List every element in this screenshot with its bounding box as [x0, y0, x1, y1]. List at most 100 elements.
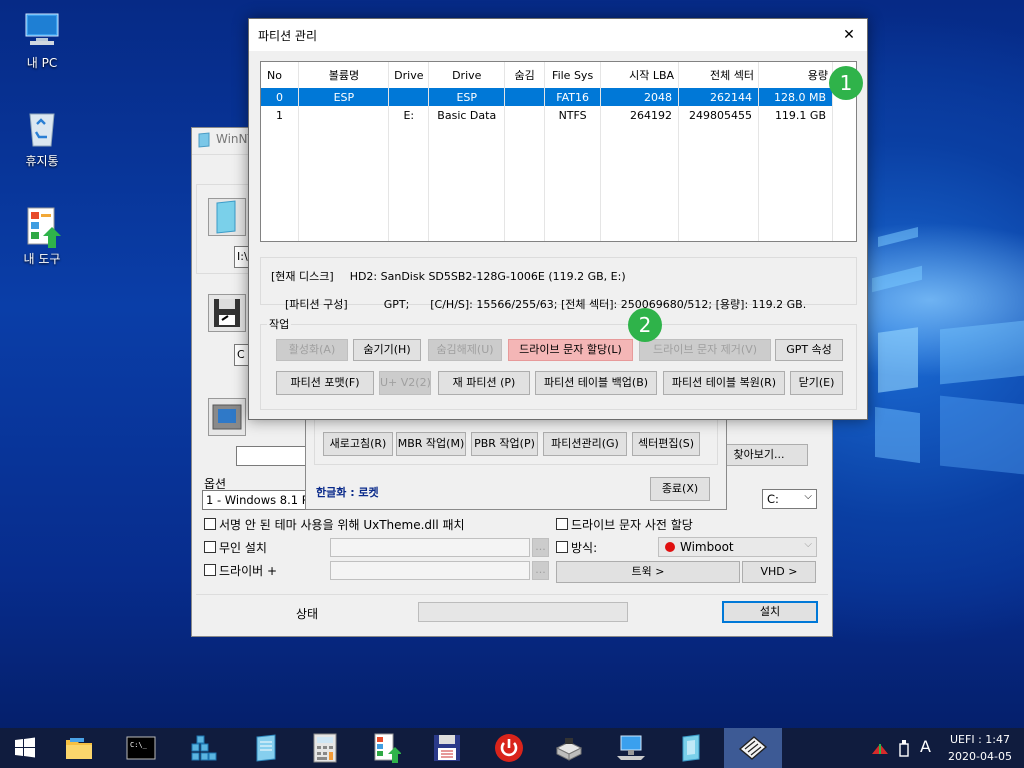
tweak-button[interactable]: 트윅 > — [556, 561, 740, 583]
col-volume[interactable]: 볼륨명 — [298, 62, 390, 88]
col-hidden[interactable]: 숨김 — [504, 62, 546, 88]
table-header: No 볼륨명 Drive Drive 숨김 File Sys 시작 LBA 전체… — [261, 62, 833, 88]
refresh-button[interactable]: 새로고침(R) — [323, 432, 393, 456]
cell: 262144 — [678, 88, 759, 106]
partition-manager-button[interactable]: 파티션관리(G) — [543, 432, 627, 456]
floppy-save-icon[interactable] — [424, 732, 470, 764]
dialog-title: 파티션 관리 — [258, 29, 318, 43]
gpt-attributes-button[interactable]: GPT 속성 — [775, 339, 843, 361]
vhd-button[interactable]: VHD > — [742, 561, 816, 583]
installer-icon[interactable] — [546, 732, 592, 764]
uplus-v2-button[interactable]: U+ V2(2) — [379, 371, 431, 395]
current-disk-value: HD2: SanDisk SD5SB2-128G-1006E (119.2 GB… — [349, 270, 626, 283]
cell: 1 — [261, 106, 300, 124]
clock-date: 2020-04-05 — [948, 750, 1012, 763]
setup-icon[interactable] — [668, 732, 714, 764]
chevron-down-icon: ⌵ — [804, 539, 812, 550]
annotation-badge-1: 1 — [829, 66, 863, 100]
unattended-checkbox[interactable]: 무인 설치 — [204, 539, 267, 556]
cell — [504, 88, 546, 106]
format-partition-button[interactable]: 파티션 포맷(F) — [276, 371, 374, 395]
col-drive-letter[interactable]: Drive — [388, 62, 430, 88]
cell: E: — [388, 106, 430, 124]
cell: 128.0 MB — [758, 88, 833, 106]
activate-button[interactable]: 활성화(A) — [276, 339, 348, 361]
tray-network-icon[interactable] — [871, 740, 889, 756]
col-no[interactable]: No — [261, 62, 300, 88]
unattended-browse-button[interactable]: ... — [532, 538, 549, 557]
hide-button[interactable]: 숨기기(H) — [353, 339, 421, 361]
setup-window-icon — [198, 132, 212, 148]
tray-usb-icon[interactable] — [897, 738, 911, 758]
col-total-sectors[interactable]: 전체 섹터 — [678, 62, 759, 88]
table-row[interactable]: 1 E: Basic Data NTFS 264192 249805455 11… — [261, 106, 833, 124]
cell: 264192 — [600, 106, 680, 124]
current-disk-label: [현재 디스크] — [271, 270, 334, 283]
restore-partition-table-button[interactable]: 파티션 테이블 복원(R) — [663, 371, 785, 395]
driver-checkbox[interactable]: 드라이버 + — [204, 562, 277, 579]
cell: 249805455 — [678, 106, 759, 124]
backup-partition-table-button[interactable]: 파티션 테이블 백업(B) — [535, 371, 657, 395]
col-drive-type[interactable]: Drive — [428, 62, 506, 88]
status-label: 상태 — [296, 607, 319, 621]
exit-button[interactable]: 종료(X) — [650, 477, 710, 501]
install-path-field[interactable] — [236, 446, 310, 466]
notepad-icon[interactable] — [242, 732, 288, 764]
floppy-icon — [208, 294, 246, 332]
unhide-button[interactable]: 숨김해제(U) — [428, 339, 502, 361]
assign-drive-letter-button[interactable]: 드라이브 문자 할당(L) — [508, 339, 633, 361]
method-value: Wimboot — [680, 540, 734, 554]
partition-tool-icon[interactable] — [724, 728, 782, 768]
unattended-label: 무인 설치 — [219, 541, 267, 555]
drive-letter-checkbox[interactable]: 드라이브 문자 사전 할당 — [556, 516, 693, 533]
pbr-button[interactable]: PBR 작업(P) — [471, 432, 538, 456]
recycle-bin-icon — [22, 108, 62, 148]
taskbar: C:\_ A UEFI : 1:47 2020-04-05 — [0, 728, 1024, 768]
power-icon[interactable] — [486, 732, 532, 764]
computer-icon — [22, 10, 62, 50]
install-button[interactable]: 설치 — [722, 601, 818, 623]
install-drive-icon — [208, 398, 246, 436]
edition-select[interactable]: 1 - Windows 8.1 P — [202, 490, 310, 510]
clock[interactable]: UEFI : 1:47 2020-04-05 — [940, 731, 1020, 765]
desktop-icon-recycle-bin[interactable]: 휴지통 — [6, 108, 78, 169]
uxtheme-checkbox[interactable]: 서명 안 된 테마 사용을 위해 UxTheme.dll 패치 — [204, 516, 465, 533]
driver-browse-button[interactable]: ... — [532, 561, 549, 580]
unattended-path-field[interactable] — [330, 538, 530, 557]
desktop-icon-my-pc[interactable]: 내 PC — [6, 10, 78, 71]
file-explorer-icon[interactable] — [56, 732, 102, 764]
checkbox-box — [204, 541, 216, 553]
method-label: 방식: — [571, 541, 598, 555]
close-icon[interactable]: ✕ — [837, 24, 861, 46]
partition-dialog: 파티션 관리 ✕ No 볼륨명 Drive Drive 숨김 File Sys … — [248, 18, 868, 420]
partition-layout-label: [파티션 구성] — [285, 298, 348, 311]
close-button[interactable]: 닫기(E) — [790, 371, 843, 395]
mbr-button[interactable]: MBR 작업(M) — [396, 432, 466, 456]
repartition-button[interactable]: 재 파티션 (P) — [438, 371, 530, 395]
table-row[interactable]: 0 ESP ESP FAT16 2048 262144 128.0 MB — [261, 88, 833, 106]
method-checkbox[interactable]: 방식: — [556, 539, 597, 556]
windows-start-icon[interactable] — [2, 732, 48, 764]
remove-drive-letter-button[interactable]: 드라이브 문자 제거(V) — [639, 339, 771, 361]
svg-text:C:\_: C:\_ — [130, 741, 148, 749]
network-computer-icon[interactable] — [608, 732, 654, 764]
registry-icon[interactable] — [180, 732, 226, 764]
calculator-icon[interactable] — [302, 732, 348, 764]
ime-indicator[interactable]: A — [920, 737, 931, 756]
sector-edit-button[interactable]: 섹터편집(S) — [632, 432, 700, 456]
desktop-icon-my-tools[interactable]: 내 도구 — [6, 206, 78, 267]
credit-text: 한글화 : 로켓 — [316, 486, 379, 499]
wimboot-dot-icon — [665, 542, 675, 552]
col-size[interactable]: 용량 — [758, 62, 833, 88]
command-prompt-icon[interactable]: C:\_ — [118, 732, 164, 764]
tools-icon[interactable] — [364, 732, 410, 764]
method-select[interactable]: Wimboot ⌵ — [658, 537, 817, 557]
annotation-badge-2: 2 — [628, 308, 662, 342]
drive-select[interactable]: C: ⌵ — [762, 489, 817, 509]
col-filesystem[interactable]: File Sys — [544, 62, 602, 88]
drive-letter-label: 드라이브 문자 사전 할당 — [571, 518, 693, 532]
cell: ESP — [428, 88, 506, 106]
driver-path-field[interactable] — [330, 561, 530, 580]
col-start-lba[interactable]: 시작 LBA — [600, 62, 680, 88]
progress-bar — [418, 602, 628, 622]
